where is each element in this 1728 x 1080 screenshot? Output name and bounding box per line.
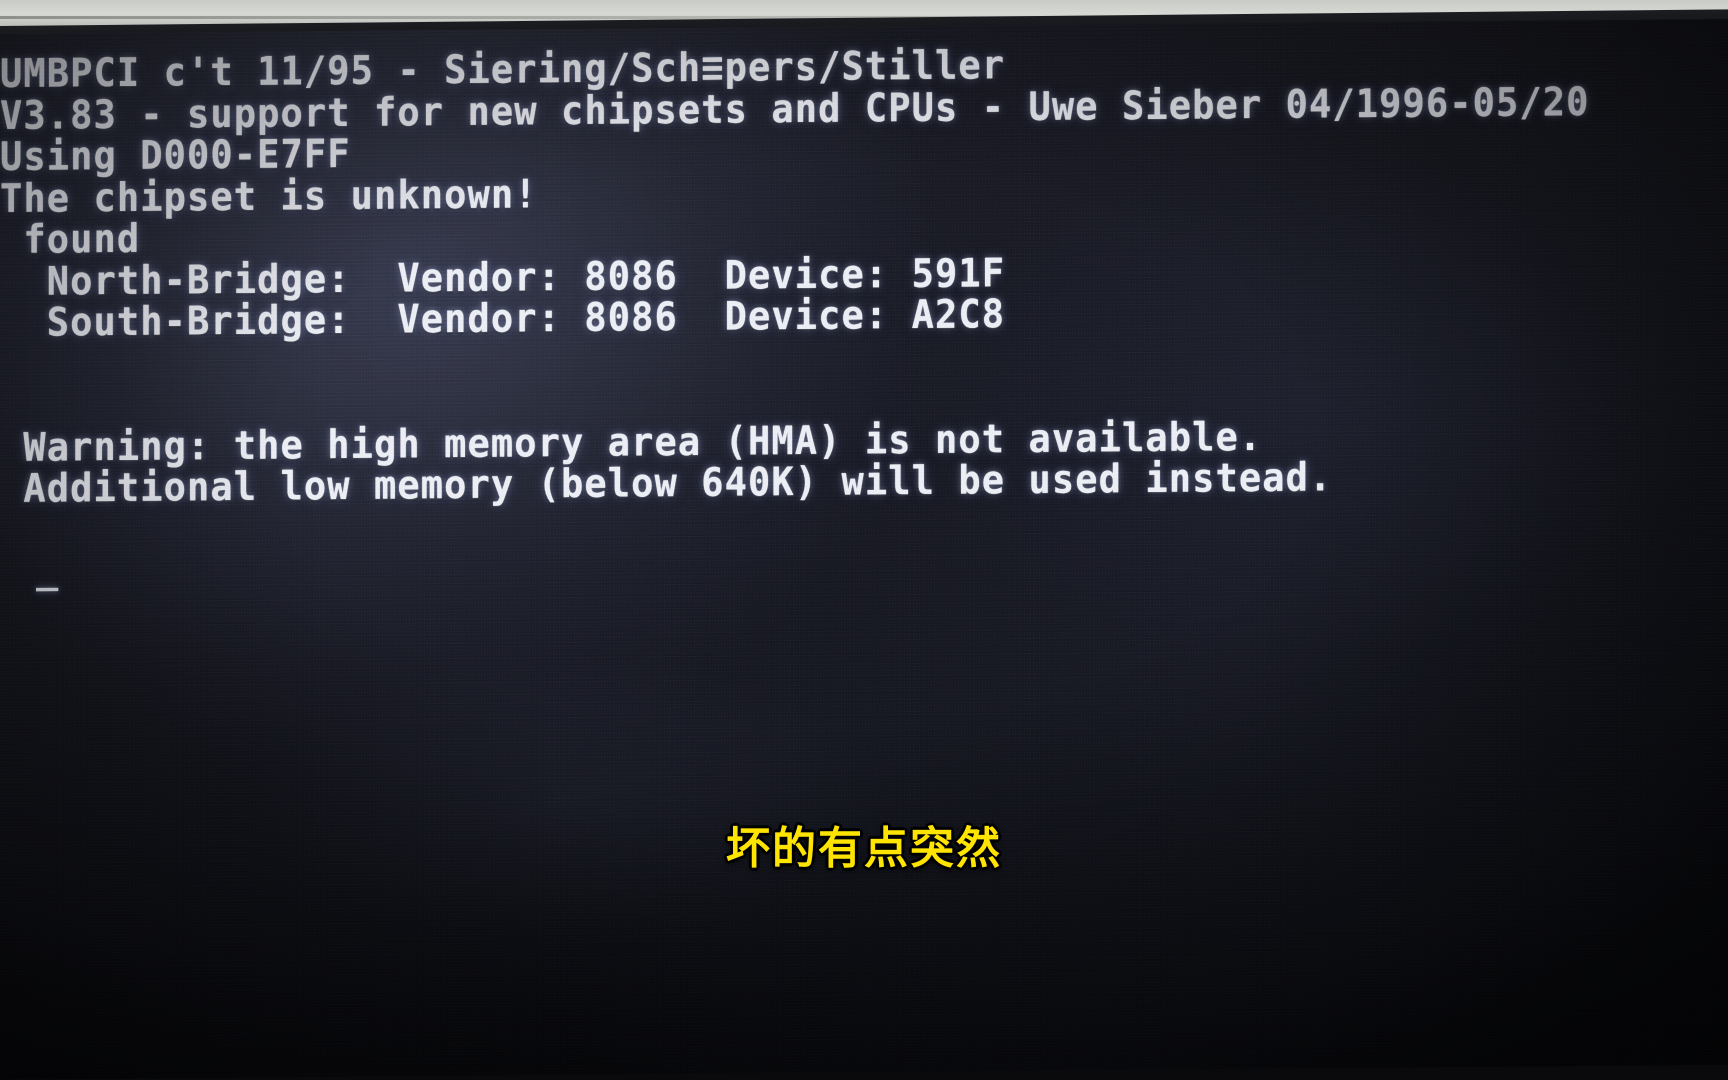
monitor-screen: UMBPCI c't 11/95 - Siering/Sch≡pers/Stil… bbox=[0, 18, 1728, 1080]
video-subtitle: 坏的有点突然 bbox=[726, 823, 1002, 874]
screenshot-stage: UMBPCI c't 11/95 - Siering/Sch≡pers/Stil… bbox=[0, 0, 1728, 1080]
dos-console: UMBPCI c't 11/95 - Siering/Sch≡pers/Stil… bbox=[0, 37, 1728, 592]
screen-reflection-lower bbox=[120, 585, 1020, 1013]
